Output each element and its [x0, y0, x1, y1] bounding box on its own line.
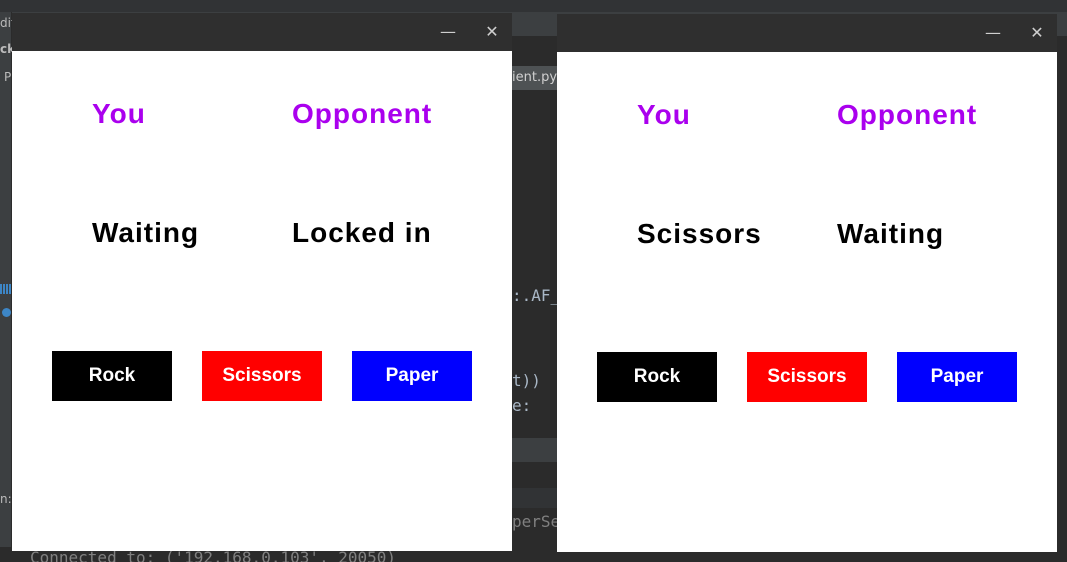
rock-button[interactable]: Rock: [52, 351, 172, 401]
ide-console-line: perSe: [512, 512, 557, 531]
ide-code-line: e:: [512, 396, 532, 415]
opponent-heading: Opponent: [292, 98, 433, 129]
ide-panel-band: [512, 438, 557, 462]
you-status: Waiting: [92, 217, 200, 248]
paper-button[interactable]: Paper: [897, 352, 1017, 402]
opponent-heading: Opponent: [837, 99, 978, 130]
game-window-player-1: — ✕ You Opponent Waiting Locked in Rock …: [12, 13, 512, 551]
scissors-button[interactable]: Scissors: [202, 351, 322, 401]
minimize-icon[interactable]: —: [436, 20, 460, 44]
paper-button[interactable]: Paper: [352, 351, 472, 401]
scissors-button[interactable]: Scissors: [747, 352, 867, 402]
ide-code-line: t)): [512, 371, 541, 390]
ide-fragment: ck: [0, 42, 12, 56]
game-canvas: You Opponent Scissors Waiting Rock Sciss…: [557, 52, 1057, 552]
ide-chart-icon: [0, 284, 12, 294]
ide-fragment: dit: [0, 16, 12, 30]
ide-topbar: [0, 0, 1067, 12]
opponent-status: Locked in: [292, 217, 432, 248]
ide-panel-band: [512, 488, 557, 508]
ide-editor-tab-label: ient.py: [512, 70, 557, 85]
window-titlebar[interactable]: — ✕: [557, 14, 1057, 52]
you-status: Scissors: [637, 218, 762, 249]
ide-editor-tab[interactable]: ient.py: [512, 66, 557, 90]
ide-code-line: :.AF_: [512, 286, 557, 305]
rock-button[interactable]: Rock: [597, 352, 717, 402]
close-icon[interactable]: ✕: [1025, 21, 1049, 45]
ide-clock-icon: [2, 308, 11, 317]
close-icon[interactable]: ✕: [480, 20, 504, 44]
you-heading: You: [637, 99, 691, 130]
ide-fragment: n:: [0, 492, 12, 506]
minimize-icon[interactable]: —: [981, 21, 1005, 45]
you-heading: You: [92, 98, 146, 129]
game-window-player-2: — ✕ You Opponent Scissors Waiting Rock S…: [557, 14, 1057, 552]
ide-project-panel: dit ck P n:: [0, 12, 12, 562]
opponent-status: Waiting: [837, 218, 945, 249]
game-canvas: You Opponent Waiting Locked in Rock Scis…: [12, 51, 512, 551]
window-titlebar[interactable]: — ✕: [12, 13, 512, 51]
